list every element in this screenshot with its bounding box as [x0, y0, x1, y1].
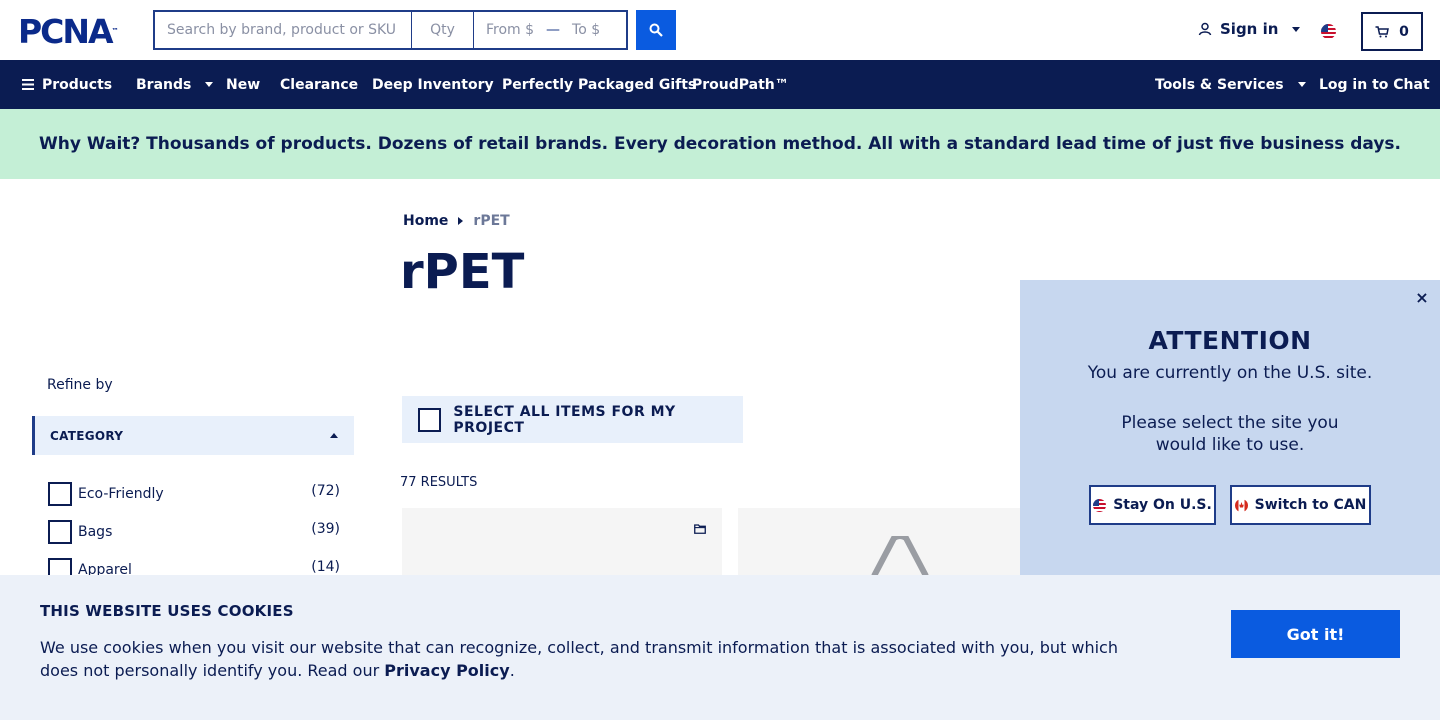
nav-proudpath[interactable]: ProudPath™	[692, 60, 789, 109]
nav-proudpath-label: ProudPath™	[692, 76, 789, 93]
chevron-up-icon	[330, 433, 338, 438]
category-checkbox[interactable]	[48, 482, 72, 506]
nav-gifts-label: Perfectly Packaged Gifts	[502, 76, 697, 93]
nav-tools[interactable]: Tools & Services	[1155, 60, 1306, 109]
cookie-text: We use cookies when you visit our websit…	[40, 636, 1140, 682]
cart-button[interactable]: 0	[1361, 12, 1423, 51]
cookie-period: .	[509, 661, 515, 680]
stay-on-us-label: Stay On U.S.	[1113, 497, 1212, 513]
search-input[interactable]	[155, 12, 412, 48]
nav-deep-inventory-label: Deep Inventory	[372, 76, 494, 93]
category-item[interactable]: Bags (39)	[48, 520, 340, 558]
category-label: Eco-Friendly	[78, 486, 164, 502]
category-count: (14)	[311, 559, 340, 575]
category-checkbox[interactable]	[48, 520, 72, 544]
refine-label: Refine by	[47, 377, 113, 393]
chevron-down-icon	[205, 82, 214, 87]
nav-products[interactable]: Products	[22, 60, 112, 109]
product-image	[871, 536, 929, 576]
cart-count: 0	[1399, 23, 1409, 40]
got-it-button[interactable]: Got it!	[1231, 610, 1400, 658]
popup-current-site: You are currently on the U.S. site.	[1087, 363, 1373, 383]
breadcrumb-current: rPET	[473, 213, 510, 229]
region-popup: × ATTENTION You are currently on the U.S…	[1020, 280, 1440, 580]
select-all-toggle[interactable]: SELECT ALL ITEMS FOR MY PROJECT	[402, 396, 743, 443]
search-bar: From $ — To $	[153, 10, 628, 50]
price-from-label: From $	[486, 22, 535, 38]
pcna-logo[interactable]: PCNA™	[18, 15, 119, 48]
nav-tools-label: Tools & Services	[1155, 76, 1284, 93]
cookie-banner: THIS WEBSITE USES COOKIES We use cookies…	[0, 575, 1440, 720]
hamburger-icon	[22, 79, 34, 90]
promo-banner: Why Wait? Thousands of products. Dozens …	[0, 109, 1440, 179]
quantity-input[interactable]	[412, 12, 474, 48]
close-icon[interactable]: ×	[1414, 290, 1430, 306]
switch-to-can-button[interactable]: Switch to CAN	[1230, 485, 1371, 525]
nav-brands[interactable]: Brands	[136, 60, 214, 109]
us-flag-icon	[1093, 498, 1107, 512]
switch-to-can-label: Switch to CAN	[1254, 497, 1367, 513]
cookie-body: We use cookies when you visit our websit…	[40, 638, 1118, 680]
logo-trademark: ™	[111, 27, 119, 35]
search-button[interactable]	[636, 10, 676, 50]
canada-flag-icon	[1234, 498, 1248, 512]
select-all-label: SELECT ALL ITEMS FOR MY PROJECT	[453, 403, 676, 436]
cookie-title: THIS WEBSITE USES COOKIES	[40, 602, 294, 620]
breadcrumb: Home rPET	[403, 213, 510, 229]
price-dash: —	[546, 22, 561, 38]
search-icon	[649, 23, 663, 37]
breadcrumb-separator-icon	[458, 217, 464, 225]
sign-in-label: Sign in	[1220, 20, 1279, 38]
us-flag-icon[interactable]	[1321, 24, 1336, 39]
main-nav: Products Brands New Clearance Deep Inven…	[0, 60, 1440, 109]
nav-chat-label: Log in to Chat	[1319, 76, 1430, 93]
chevron-down-icon	[1292, 26, 1301, 32]
select-all-checkbox[interactable]	[418, 407, 442, 432]
results-count: 77 RESULTS	[400, 475, 478, 490]
category-item[interactable]: Eco-Friendly (72)	[48, 482, 340, 520]
chevron-down-icon	[1297, 82, 1306, 87]
category-filter-toggle[interactable]: CATEGORY	[32, 416, 354, 455]
category-count: (72)	[311, 483, 340, 499]
nav-new-label: New	[226, 76, 261, 93]
promo-banner-text: Why Wait? Thousands of products. Dozens …	[38, 134, 1402, 154]
nav-clearance[interactable]: Clearance	[280, 60, 358, 109]
privacy-policy-link[interactable]: Privacy Policy	[384, 661, 509, 680]
cart-icon	[1375, 25, 1390, 37]
nav-gifts[interactable]: Perfectly Packaged Gifts	[502, 60, 696, 109]
nav-brands-label: Brands	[136, 76, 192, 93]
price-to-label: To $	[572, 22, 601, 38]
nav-products-label: Products	[42, 76, 113, 93]
breadcrumb-home[interactable]: Home	[403, 213, 448, 229]
nav-new[interactable]: New	[226, 60, 260, 109]
user-icon	[1198, 22, 1212, 36]
stay-on-us-button[interactable]: Stay On U.S.	[1089, 485, 1216, 525]
nav-deep-inventory[interactable]: Deep Inventory	[372, 60, 494, 109]
popup-title: ATTENTION	[1148, 326, 1312, 355]
sign-in-menu[interactable]: Sign in	[1198, 20, 1301, 38]
price-range[interactable]: From $ — To $	[474, 12, 626, 48]
category-filter-label: CATEGORY	[50, 428, 124, 443]
nav-clearance-label: Clearance	[280, 76, 359, 93]
page-title: rPET	[400, 244, 525, 300]
nav-chat[interactable]: Log in to Chat	[1319, 60, 1430, 109]
popup-instruction: Please select the site you would like to…	[1121, 413, 1339, 455]
category-count: (39)	[311, 521, 340, 537]
category-label: Bags	[78, 524, 113, 540]
folder-icon[interactable]	[694, 524, 706, 534]
site-header: PCNA™ From $ — To $ Sign in 0	[0, 0, 1440, 60]
